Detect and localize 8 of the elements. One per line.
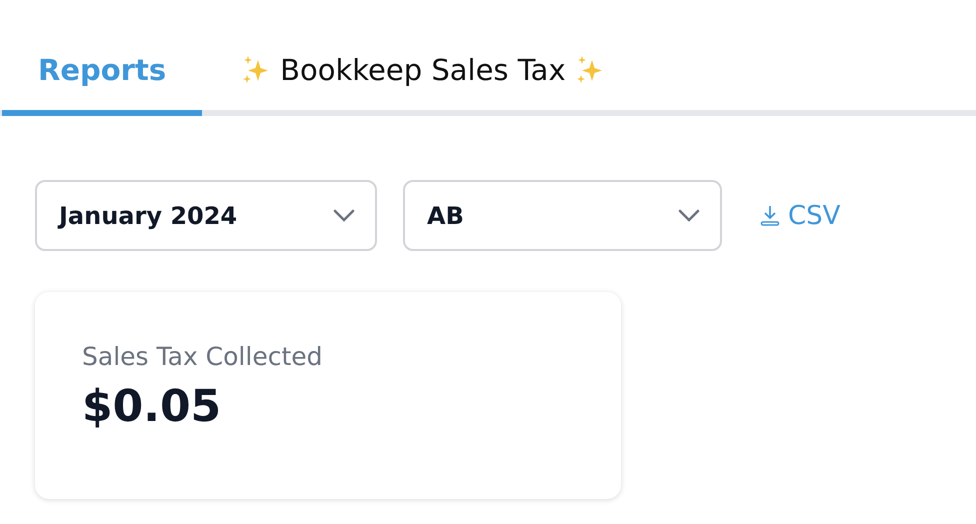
download-icon: [760, 204, 780, 226]
select-field[interactable]: AB: [403, 180, 722, 251]
card-value: $0.05: [82, 381, 222, 432]
chevron-down-icon: [678, 208, 700, 222]
card-title: Sales Tax Collected: [82, 342, 324, 371]
chevron-down-icon: [333, 208, 355, 222]
select-field[interactable]: January 2024: [35, 180, 377, 251]
tab[interactable]: Bookkeep Sales Tax: [202, 30, 644, 116]
